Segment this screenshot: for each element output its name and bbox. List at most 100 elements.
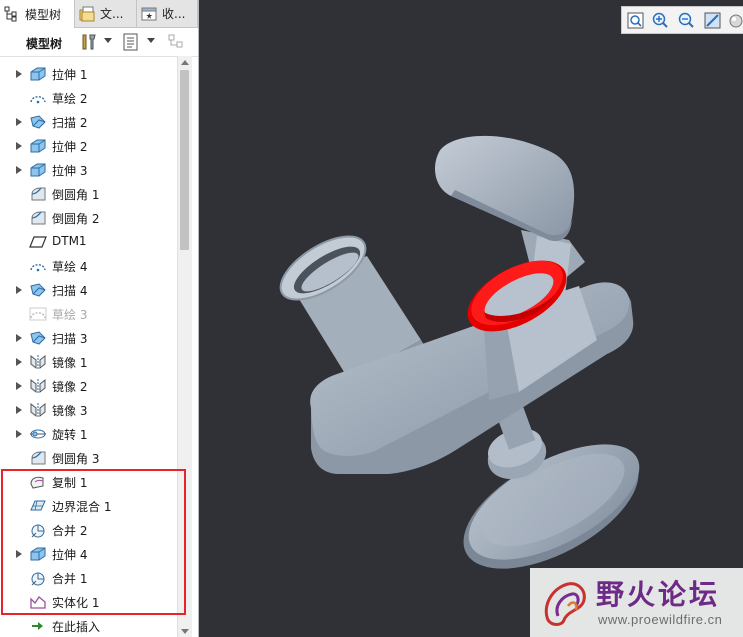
tab-label: 文... <box>100 7 124 21</box>
scroll-up-arrow[interactable] <box>181 60 189 65</box>
tree-item[interactable]: 扫描 3 <box>0 326 176 350</box>
tree-item-label: 草绘 3 <box>52 308 88 322</box>
settings-tools-icon[interactable] <box>80 33 98 51</box>
tree-item-label: 草绘 2 <box>52 92 88 106</box>
tree-item-label: 倒圆角 3 <box>52 452 100 466</box>
tree-item[interactable]: 扫描 4 <box>0 278 176 302</box>
tree-item-label: 拉伸 4 <box>52 548 88 562</box>
filter-icon[interactable] <box>167 33 185 51</box>
repaint-icon[interactable] <box>704 12 721 29</box>
expand-arrow-icon[interactable] <box>16 550 22 558</box>
merge-icon <box>31 524 45 538</box>
expand-arrow-icon[interactable] <box>16 334 22 342</box>
tab-model-tree[interactable]: 模型树 <box>0 0 75 28</box>
tree-item[interactable]: 拉伸 1 <box>0 62 176 86</box>
expand-arrow-icon[interactable] <box>16 358 22 366</box>
expand-arrow-icon[interactable] <box>16 406 22 414</box>
merge-icon <box>31 572 45 586</box>
tree-item[interactable]: 镜像 3 <box>0 398 176 422</box>
tree-item-label: 倒圆角 1 <box>52 188 100 202</box>
expand-arrow-icon[interactable] <box>16 142 22 150</box>
tree-item-label: 合并 1 <box>52 572 88 586</box>
tree-item-label: 旋转 1 <box>52 428 88 442</box>
insert-here-marker[interactable]: 在此插入 <box>0 614 176 637</box>
panel-tab-bar: 模型树 文... 收... <box>0 0 198 28</box>
tree-item-label: 合并 2 <box>52 524 88 538</box>
tree-item-label: 扫描 2 <box>52 116 88 130</box>
tree-item[interactable]: 草绘 4 <box>0 254 176 278</box>
model-tree-toolbar: 模型树 <box>0 28 198 57</box>
zoom-out-icon[interactable] <box>678 12 695 29</box>
tree-item[interactable]: DTM1 <box>0 230 176 254</box>
zoom-in-icon[interactable] <box>652 12 669 29</box>
mirror-icon <box>30 402 46 418</box>
settings-dropdown-arrow[interactable] <box>104 38 112 43</box>
boundary-blend-icon <box>30 500 46 511</box>
model-tree-panel: 模型树 文... 收... 模型树 拉伸 1 草绘 2 扫描 2 拉伸 2 拉伸… <box>0 0 199 637</box>
tree-item[interactable]: 旋转 1 <box>0 422 176 446</box>
watermark-url: www.proewildfire.cn <box>598 612 723 627</box>
feature-tree: 拉伸 1 草绘 2 扫描 2 拉伸 2 拉伸 3 倒圆角 1 倒圆角 2 DTM1 草绘 4 扫描… <box>0 60 176 637</box>
revolve-icon <box>30 429 46 439</box>
scroll-down-arrow[interactable] <box>181 629 189 634</box>
tree-scrollbar[interactable] <box>177 56 192 637</box>
scroll-thumb[interactable] <box>180 70 189 250</box>
round-icon <box>31 211 46 225</box>
tree-item-label: 拉伸 2 <box>52 140 88 154</box>
tab-label: 收... <box>162 7 186 21</box>
tree-item[interactable]: 镜像 2 <box>0 374 176 398</box>
tree-item-label: 实体化 1 <box>52 596 100 610</box>
tree-item[interactable]: 倒圆角 3 <box>0 446 176 470</box>
tree-item[interactable]: 拉伸 4 <box>0 542 176 566</box>
tree-item-label: 镜像 3 <box>52 404 88 418</box>
tree-item[interactable]: 复制 1 <box>0 470 176 494</box>
sweep-icon <box>30 283 46 297</box>
tree-item[interactable]: 合并 1 <box>0 566 176 590</box>
show-dropdown-arrow[interactable] <box>147 38 155 43</box>
tab-favorites[interactable]: 收... <box>137 0 198 27</box>
tree-item[interactable]: 实体化 1 <box>0 590 176 614</box>
extrude-icon <box>30 163 46 177</box>
folder-browser-icon <box>79 6 95 21</box>
copy-surface-icon <box>30 476 44 489</box>
tree-item[interactable]: 倒圆角 1 <box>0 182 176 206</box>
tree-item[interactable]: 合并 2 <box>0 518 176 542</box>
expand-arrow-icon[interactable] <box>16 286 22 294</box>
tree-item-label: 扫描 3 <box>52 332 88 346</box>
watermark-title: 野火论坛 <box>596 578 721 611</box>
sketch-hidden-icon <box>29 307 47 321</box>
extrude-icon <box>30 547 46 561</box>
shading-icon[interactable] <box>728 12 743 29</box>
tree-item[interactable]: 草绘 3 <box>0 302 176 326</box>
expand-arrow-icon[interactable] <box>16 166 22 174</box>
refit-icon[interactable] <box>627 12 644 29</box>
tab-label: 模型树 <box>25 7 62 22</box>
expand-arrow-icon[interactable] <box>16 430 22 438</box>
tree-item-label: 复制 1 <box>52 476 88 490</box>
tree-item[interactable]: 倒圆角 2 <box>0 206 176 230</box>
expand-arrow-icon[interactable] <box>16 118 22 126</box>
expand-arrow-icon[interactable] <box>16 70 22 78</box>
tree-item[interactable]: 拉伸 3 <box>0 158 176 182</box>
extrude-icon <box>30 67 46 81</box>
sketch-icon <box>30 264 46 272</box>
tab-folder-browser[interactable]: 文... <box>75 0 137 27</box>
tree-item[interactable]: 镜像 1 <box>0 350 176 374</box>
graphics-viewport[interactable]: 野火论坛 www.proewildfire.cn <box>199 0 743 637</box>
model-tree-icon <box>4 6 17 22</box>
show-list-icon[interactable] <box>122 33 140 51</box>
tree-item[interactable]: 拉伸 2 <box>0 134 176 158</box>
tree-item-label: 拉伸 1 <box>52 68 88 82</box>
forum-watermark: 野火论坛 www.proewildfire.cn <box>530 568 743 637</box>
mirror-icon <box>30 354 46 370</box>
sweep-icon <box>30 115 46 129</box>
expand-arrow-icon[interactable] <box>16 382 22 390</box>
tree-item[interactable]: 扫描 2 <box>0 110 176 134</box>
extrude-icon <box>30 139 46 153</box>
tree-item-label: 倒圆角 2 <box>52 212 100 226</box>
tree-item-label: 扫描 4 <box>52 284 88 298</box>
sweep-icon <box>30 331 46 345</box>
tree-item[interactable]: 边界混合 1 <box>0 494 176 518</box>
tree-item[interactable]: 草绘 2 <box>0 86 176 110</box>
model-3d-view[interactable] <box>199 0 743 637</box>
